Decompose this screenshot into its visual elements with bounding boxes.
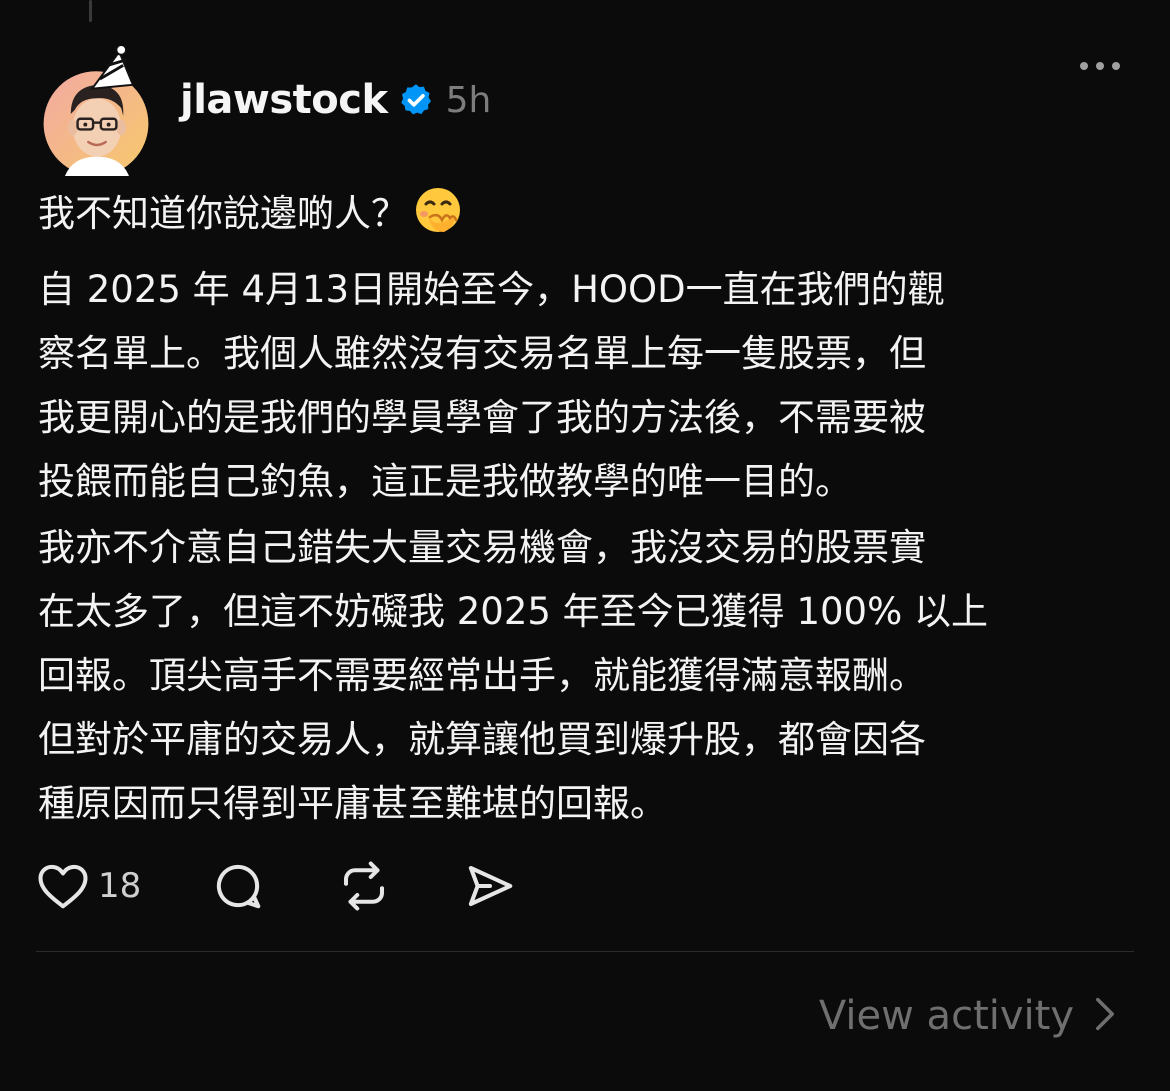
post-paragraph-1: 我不知道你說邊啲人？ — [38, 182, 1138, 256]
post-paragraph-1-text: 我不知道你說邊啲人？ — [38, 192, 408, 235]
reply-button[interactable] — [211, 859, 265, 913]
divider — [36, 951, 1134, 952]
like-button[interactable]: 18 — [36, 861, 141, 911]
share-icon — [463, 859, 517, 913]
post-paragraph-3: 我亦不介意自己錯失大量交易機會，我沒交易的股票實 在太多了，但這不妨礙我 202… — [38, 526, 988, 825]
chevron-right-icon — [1094, 996, 1116, 1036]
reply-icon — [211, 859, 265, 913]
face-with-hand-over-mouth-emoji — [414, 186, 464, 256]
more-options-icon[interactable] — [1080, 56, 1120, 76]
avatar[interactable] — [36, 46, 149, 176]
repost-icon — [337, 859, 391, 913]
like-count: 18 — [98, 866, 142, 906]
view-activity-button[interactable]: View activity — [819, 993, 1116, 1039]
post-paragraph-2: 自 2025 年 4月13日開始至今，HOOD一直在我們的觀 察名單上。我個人雖… — [38, 268, 945, 503]
post-header: jlawstock 5h — [180, 70, 491, 130]
repost-button[interactable] — [337, 859, 391, 913]
view-activity-label: View activity — [818, 993, 1074, 1039]
post-content: 我不知道你說邊啲人？ 自 2025 年 4月13日開始至今，HOOD一直在我們的… — [38, 182, 1138, 836]
post-time: 5h — [445, 79, 492, 121]
verified-badge-icon — [398, 82, 434, 118]
thread-line — [89, 0, 92, 22]
heart-icon — [36, 861, 90, 911]
username[interactable]: jlawstock — [180, 77, 388, 123]
post-actions: 18 — [36, 856, 517, 916]
share-button[interactable] — [463, 859, 517, 913]
